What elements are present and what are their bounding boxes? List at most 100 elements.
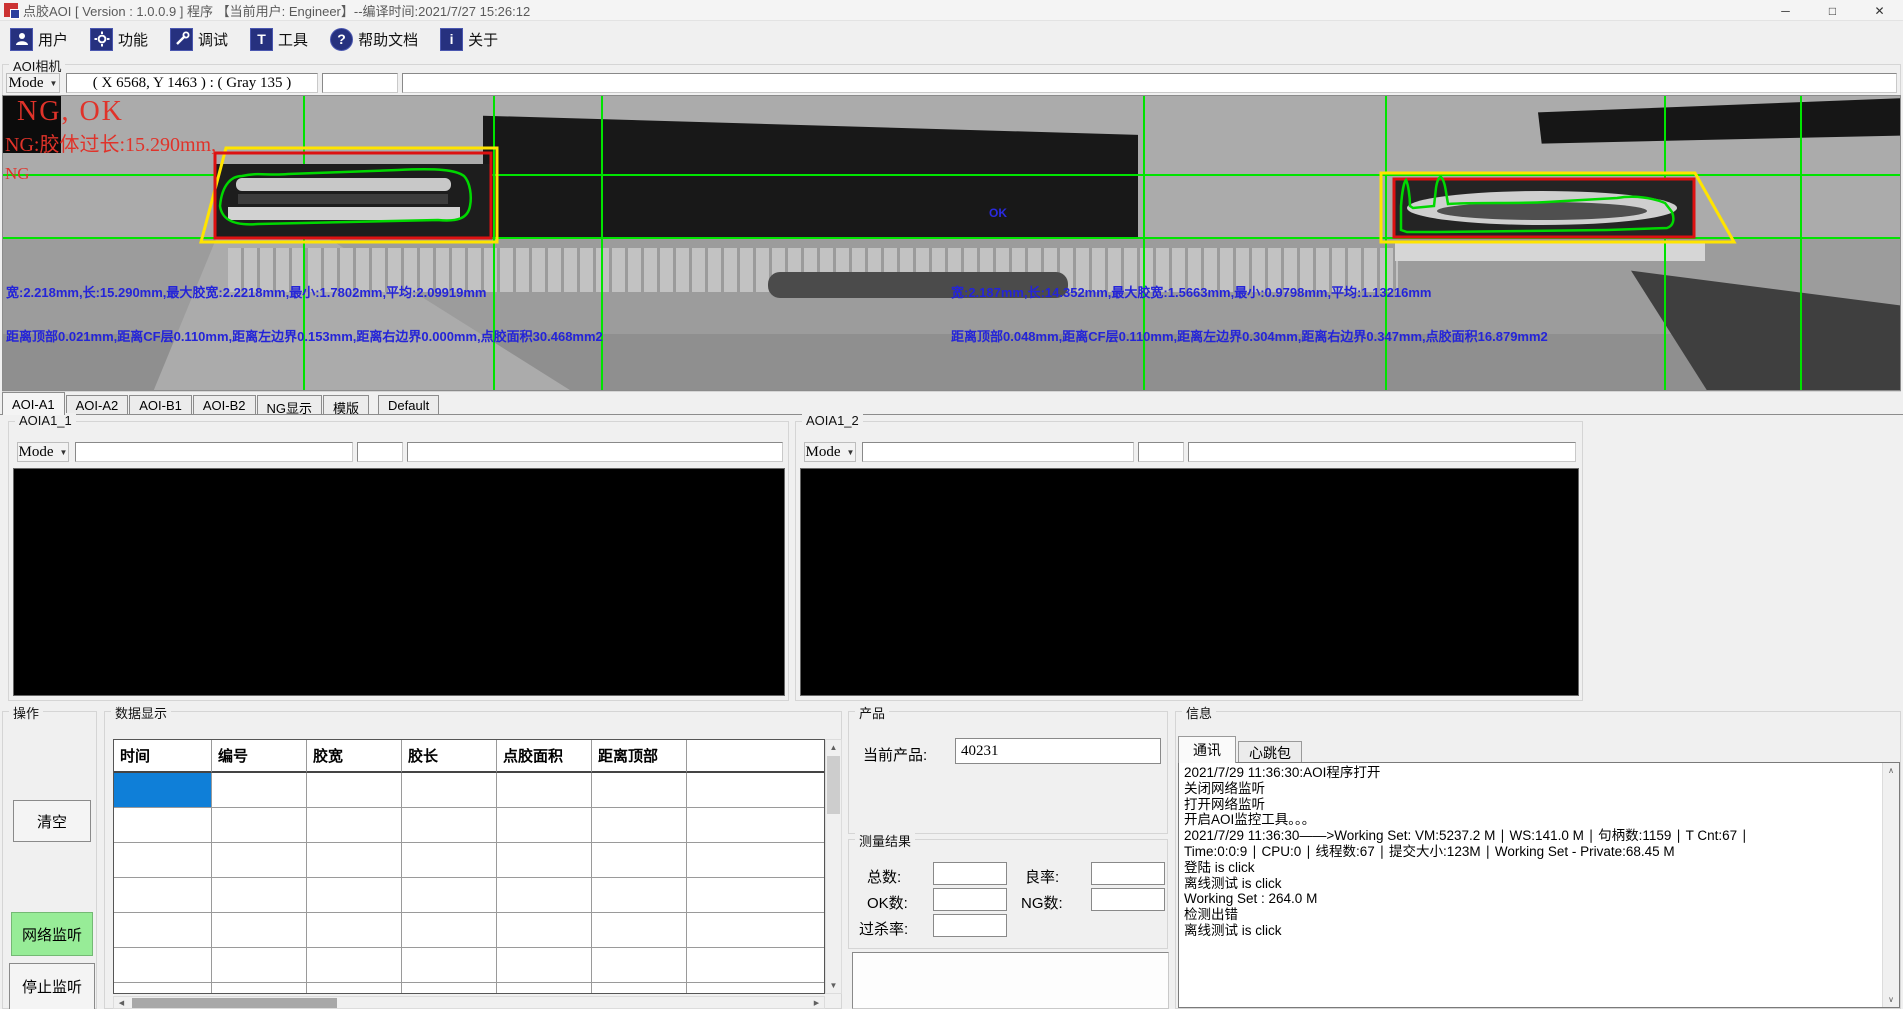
- table-cell[interactable]: [592, 913, 687, 948]
- tab-template[interactable]: 模版: [323, 395, 369, 415]
- table-cell[interactable]: [212, 843, 307, 878]
- col-header-id[interactable]: 编号: [212, 740, 307, 773]
- table-cell[interactable]: [114, 913, 212, 948]
- table-vertical-scrollbar[interactable]: ▲ ▼: [825, 739, 842, 994]
- col-header-glue-width[interactable]: 胶宽: [307, 740, 402, 773]
- scroll-down-icon[interactable]: ▼: [826, 978, 841, 993]
- table-cell[interactable]: [114, 948, 212, 983]
- current-product-input[interactable]: 40231: [955, 738, 1161, 764]
- table-cell[interactable]: [307, 808, 402, 843]
- subview2-field-2[interactable]: [1138, 442, 1184, 462]
- table-cell[interactable]: [307, 913, 402, 948]
- table-cell[interactable]: [212, 913, 307, 948]
- table-cell[interactable]: [114, 983, 212, 994]
- col-header-time[interactable]: 时间: [114, 740, 212, 773]
- toolbar-item-about[interactable]: i 关于: [436, 26, 502, 53]
- toolbar-item-user[interactable]: 用户: [6, 26, 72, 53]
- tab-aoi-b1[interactable]: AOI-B1: [129, 395, 192, 415]
- table-cell[interactable]: [497, 878, 592, 913]
- log-scrollbar[interactable]: ∧ ∨: [1882, 763, 1899, 1007]
- scroll-up-icon[interactable]: ∧: [1883, 763, 1899, 778]
- table-horizontal-scrollbar[interactable]: ◀ ▶: [113, 996, 825, 1009]
- table-cell[interactable]: [402, 843, 497, 878]
- scroll-right-icon[interactable]: ▶: [809, 997, 824, 1008]
- table-cell[interactable]: [497, 983, 592, 994]
- table-cell[interactable]: [402, 983, 497, 994]
- subview1-field-3[interactable]: [407, 442, 783, 462]
- info-log[interactable]: 2021/7/29 11:36:30:AOI程序打开 关闭网络监听 打开网络监听…: [1178, 762, 1900, 1008]
- table-hscroll-thumb[interactable]: [132, 998, 337, 1008]
- table-vscroll-thumb[interactable]: [827, 756, 840, 814]
- table-cell[interactable]: [497, 808, 592, 843]
- subview2-field-3[interactable]: [1188, 442, 1576, 462]
- maximize-button[interactable]: □: [1809, 0, 1856, 21]
- col-header-top-distance[interactable]: 距离顶部: [592, 740, 687, 773]
- table-cell[interactable]: [497, 843, 592, 878]
- table-cell[interactable]: [402, 948, 497, 983]
- scroll-down-icon[interactable]: ∨: [1883, 992, 1899, 1007]
- table-cell[interactable]: [212, 878, 307, 913]
- table-cell[interactable]: [212, 773, 307, 808]
- yield-input[interactable]: [1091, 862, 1165, 885]
- table-cell[interactable]: [114, 808, 212, 843]
- minimize-button[interactable]: ─: [1762, 0, 1809, 21]
- table-cell[interactable]: [402, 878, 497, 913]
- table-cell-selected[interactable]: [114, 773, 212, 808]
- network-listen-button[interactable]: 网络监听: [11, 912, 93, 956]
- table-cell[interactable]: [212, 808, 307, 843]
- ok-count-input[interactable]: [933, 888, 1007, 911]
- table-cell[interactable]: [307, 878, 402, 913]
- subview1-mode-dropdown[interactable]: Mode▼: [17, 442, 69, 462]
- toolbar-item-debug[interactable]: 调试: [166, 26, 232, 53]
- subview1-field-1[interactable]: [75, 442, 353, 462]
- table-cell[interactable]: [212, 983, 307, 994]
- tab-ng-display[interactable]: NG显示: [257, 395, 323, 415]
- stop-listen-button[interactable]: 停止监听: [9, 963, 95, 1009]
- table-cell[interactable]: [307, 843, 402, 878]
- table-cell[interactable]: [592, 983, 687, 994]
- col-header-glue-length[interactable]: 胶长: [402, 740, 497, 773]
- camera-mode-dropdown[interactable]: Mode▼: [6, 73, 60, 93]
- subview2-image[interactable]: [800, 468, 1579, 696]
- tab-heartbeat[interactable]: 心跳包: [1238, 741, 1302, 763]
- tab-aoi-b2[interactable]: AOI-B2: [193, 395, 256, 415]
- table-cell[interactable]: [114, 878, 212, 913]
- table-cell[interactable]: [307, 983, 402, 994]
- subview2-field-1[interactable]: [862, 442, 1134, 462]
- table-cell[interactable]: [497, 913, 592, 948]
- table-cell[interactable]: [402, 773, 497, 808]
- tab-default[interactable]: Default: [378, 395, 439, 415]
- camera-field-2[interactable]: [322, 73, 398, 93]
- table-cell[interactable]: [592, 773, 687, 808]
- scroll-up-icon[interactable]: ▲: [826, 740, 841, 755]
- table-cell[interactable]: [497, 773, 592, 808]
- table-cell[interactable]: [497, 948, 592, 983]
- camera-view[interactable]: NG, OK NG:胶体过长:15.290mm, NG OK 宽:2.218mm…: [2, 95, 1901, 391]
- camera-field-3[interactable]: [402, 73, 1897, 93]
- overkill-input[interactable]: [933, 914, 1007, 937]
- table-cell[interactable]: [402, 913, 497, 948]
- subview1-field-2[interactable]: [357, 442, 403, 462]
- table-cell[interactable]: [212, 948, 307, 983]
- total-input[interactable]: [933, 862, 1007, 885]
- toolbar-item-help[interactable]: ? 帮助文档: [326, 26, 422, 53]
- scroll-left-icon[interactable]: ◀: [114, 997, 129, 1008]
- col-header-glue-area[interactable]: 点胶面积: [497, 740, 592, 773]
- toolbar-item-function[interactable]: 功能: [86, 26, 152, 53]
- table-cell[interactable]: [402, 808, 497, 843]
- subview2-mode-dropdown[interactable]: Mode▼: [804, 442, 856, 462]
- pixel-readout[interactable]: ( X 6568, Y 1463 ) : ( Gray 135 ): [66, 73, 318, 93]
- table-cell[interactable]: [114, 843, 212, 878]
- table-cell[interactable]: [307, 948, 402, 983]
- tab-aoi-a2[interactable]: AOI-A2: [66, 395, 129, 415]
- table-cell[interactable]: [592, 808, 687, 843]
- clear-button[interactable]: 清空: [13, 800, 91, 842]
- table-cell[interactable]: [592, 948, 687, 983]
- table-cell[interactable]: [592, 878, 687, 913]
- tab-comms[interactable]: 通讯: [1178, 736, 1236, 763]
- subview1-image[interactable]: [13, 468, 785, 696]
- table-cell[interactable]: [592, 843, 687, 878]
- table-cell[interactable]: [307, 773, 402, 808]
- toolbar-item-tools[interactable]: T 工具: [246, 26, 312, 53]
- close-button[interactable]: ✕: [1856, 0, 1903, 21]
